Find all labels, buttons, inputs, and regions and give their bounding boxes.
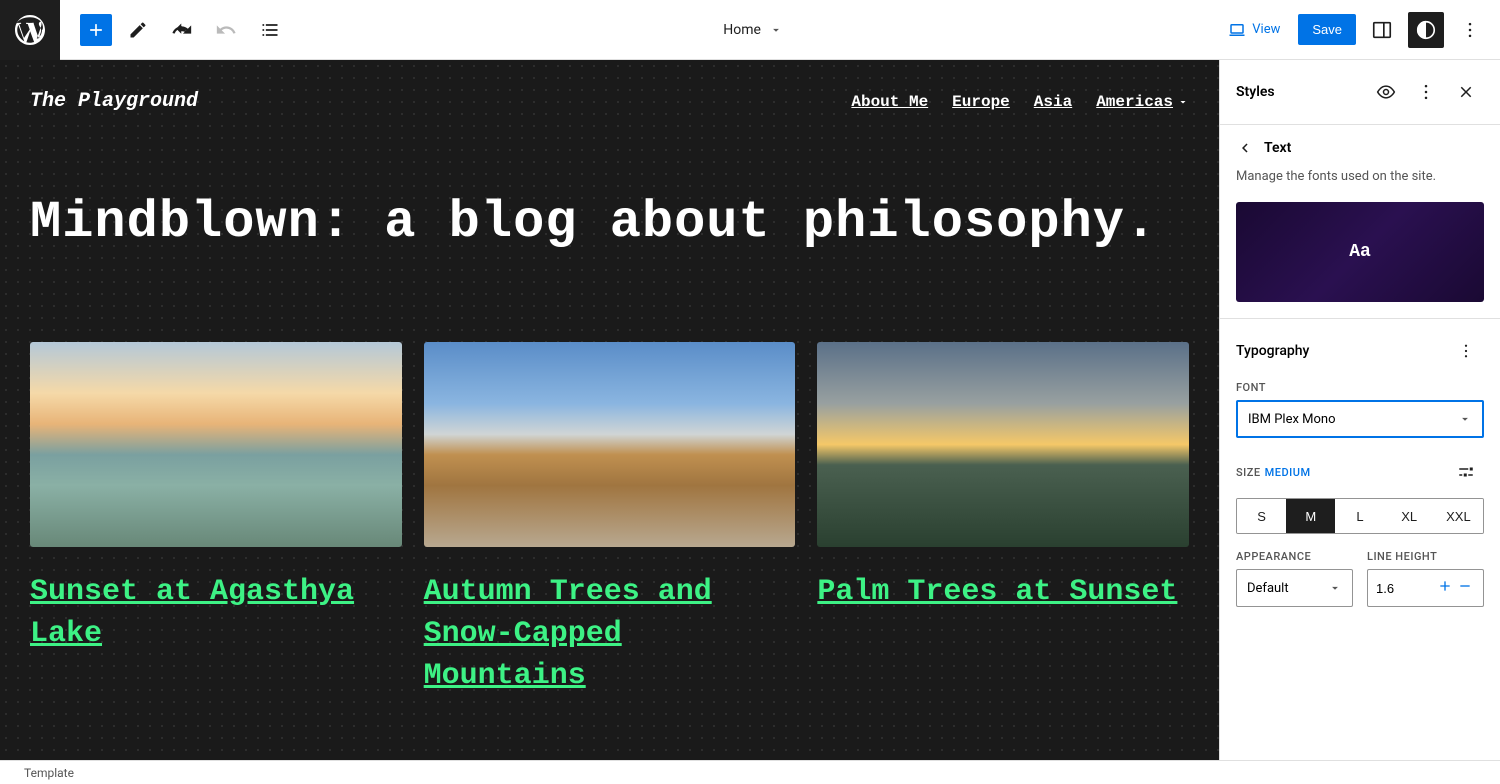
size-label: SIZEMEDIUM bbox=[1236, 466, 1311, 479]
size-option-s[interactable]: S bbox=[1237, 499, 1286, 533]
post-image[interactable] bbox=[30, 342, 402, 547]
styles-sidebar: Styles Text Manage the fonts used on the… bbox=[1219, 60, 1500, 760]
top-toolbar: Home View Save bbox=[0, 0, 1500, 60]
nav-item-americas[interactable]: Americas bbox=[1096, 93, 1189, 111]
toolbar-center[interactable]: Home bbox=[288, 22, 1218, 38]
post-card: Autumn Trees and Snow-Capped Mountains bbox=[424, 342, 796, 697]
style-book-button[interactable] bbox=[1368, 74, 1404, 110]
tools-button[interactable] bbox=[120, 12, 156, 48]
chevron-down-icon bbox=[1458, 412, 1472, 426]
sliders-icon bbox=[1457, 463, 1475, 481]
footer-breadcrumb[interactable]: Template bbox=[0, 760, 1500, 784]
close-icon bbox=[1457, 83, 1475, 101]
size-settings-button[interactable] bbox=[1448, 454, 1484, 490]
styles-icon bbox=[1415, 19, 1437, 41]
sidebar-more-button[interactable] bbox=[1408, 74, 1444, 110]
laptop-icon bbox=[1228, 21, 1246, 39]
sidebar-description: Manage the fonts used on the site. bbox=[1220, 163, 1500, 196]
styles-toggle[interactable] bbox=[1408, 12, 1444, 48]
wordpress-icon bbox=[12, 12, 48, 48]
undo-button[interactable] bbox=[164, 12, 200, 48]
post-title-link[interactable]: Sunset at Agasthya Lake bbox=[30, 571, 402, 655]
more-vertical-icon bbox=[1457, 342, 1475, 360]
site-title[interactable]: The Playground bbox=[30, 90, 198, 113]
sidebar-header: Styles bbox=[1220, 60, 1500, 125]
list-view-icon bbox=[260, 20, 280, 40]
typography-section: Typography FONT IBM Plex Mono SIZEMEDIUM bbox=[1220, 318, 1500, 621]
appearance-label: APPEARANCE bbox=[1236, 550, 1353, 563]
chevron-left-icon bbox=[1236, 139, 1254, 157]
font-select[interactable]: IBM Plex Mono bbox=[1236, 400, 1484, 438]
chevron-down-icon bbox=[769, 23, 783, 37]
size-option-m[interactable]: M bbox=[1286, 499, 1335, 533]
main-area: The Playground About Me Europe Asia Amer… bbox=[0, 60, 1500, 760]
size-segmented-control: S M L XL XXL bbox=[1236, 498, 1484, 534]
nav-item-europe[interactable]: Europe bbox=[952, 93, 1010, 111]
post-card: Sunset at Agasthya Lake bbox=[30, 342, 402, 697]
line-height-decrease[interactable] bbox=[1455, 576, 1475, 600]
document-overview-button[interactable] bbox=[252, 12, 288, 48]
font-label: FONT bbox=[1236, 381, 1484, 394]
editor-canvas[interactable]: The Playground About Me Europe Asia Amer… bbox=[0, 60, 1219, 760]
more-vertical-icon bbox=[1460, 20, 1480, 40]
sidebar-breadcrumb[interactable]: Text bbox=[1220, 125, 1500, 163]
typography-title: Typography bbox=[1236, 343, 1309, 359]
size-option-xl[interactable]: XL bbox=[1385, 499, 1434, 533]
wordpress-logo[interactable] bbox=[0, 0, 60, 60]
post-title-link[interactable]: Palm Trees at Sunset bbox=[817, 571, 1189, 613]
toolbar-right: View Save bbox=[1218, 12, 1500, 48]
minus-icon bbox=[1457, 578, 1473, 594]
nav-item-about[interactable]: About Me bbox=[851, 93, 928, 111]
add-block-button[interactable] bbox=[80, 14, 112, 46]
post-title-link[interactable]: Autumn Trees and Snow-Capped Mountains bbox=[424, 571, 796, 697]
line-height-control bbox=[1367, 569, 1484, 607]
redo-icon bbox=[215, 19, 237, 41]
post-image[interactable] bbox=[817, 342, 1189, 547]
typography-options-button[interactable] bbox=[1448, 333, 1484, 369]
close-sidebar-button[interactable] bbox=[1448, 74, 1484, 110]
chevron-down-icon bbox=[1328, 581, 1342, 595]
post-image[interactable] bbox=[424, 342, 796, 547]
appearance-select[interactable]: Default bbox=[1236, 569, 1353, 607]
line-height-input[interactable] bbox=[1376, 581, 1435, 596]
more-vertical-icon bbox=[1416, 82, 1436, 102]
options-button[interactable] bbox=[1452, 12, 1488, 48]
save-button[interactable]: Save bbox=[1298, 14, 1356, 45]
line-height-increase[interactable] bbox=[1435, 576, 1455, 600]
view-button[interactable]: View bbox=[1218, 15, 1290, 45]
sidebar-icon bbox=[1371, 19, 1393, 41]
undo-icon bbox=[171, 19, 193, 41]
post-card: Palm Trees at Sunset bbox=[817, 342, 1189, 697]
font-preview-card[interactable]: Aa bbox=[1236, 202, 1484, 302]
size-option-l[interactable]: L bbox=[1335, 499, 1384, 533]
eye-icon bbox=[1376, 82, 1396, 102]
sidebar-title: Styles bbox=[1236, 84, 1275, 100]
site-header: The Playground About Me Europe Asia Amer… bbox=[30, 90, 1189, 113]
hero-heading[interactable]: Mindblown: a blog about philosophy. bbox=[30, 193, 1189, 252]
settings-sidebar-toggle[interactable] bbox=[1364, 12, 1400, 48]
toolbar-left bbox=[60, 12, 288, 48]
site-nav: About Me Europe Asia Americas bbox=[851, 93, 1189, 111]
nav-item-asia[interactable]: Asia bbox=[1034, 93, 1072, 111]
page-title: Home bbox=[723, 22, 761, 38]
plus-icon bbox=[1437, 578, 1453, 594]
size-option-xxl[interactable]: XXL bbox=[1434, 499, 1483, 533]
posts-grid: Sunset at Agasthya Lake Autumn Trees and… bbox=[30, 342, 1189, 697]
chevron-down-icon bbox=[1177, 96, 1189, 108]
redo-button[interactable] bbox=[208, 12, 244, 48]
plus-icon bbox=[86, 20, 106, 40]
pencil-icon bbox=[128, 20, 148, 40]
line-height-label: LINE HEIGHT bbox=[1367, 550, 1484, 563]
